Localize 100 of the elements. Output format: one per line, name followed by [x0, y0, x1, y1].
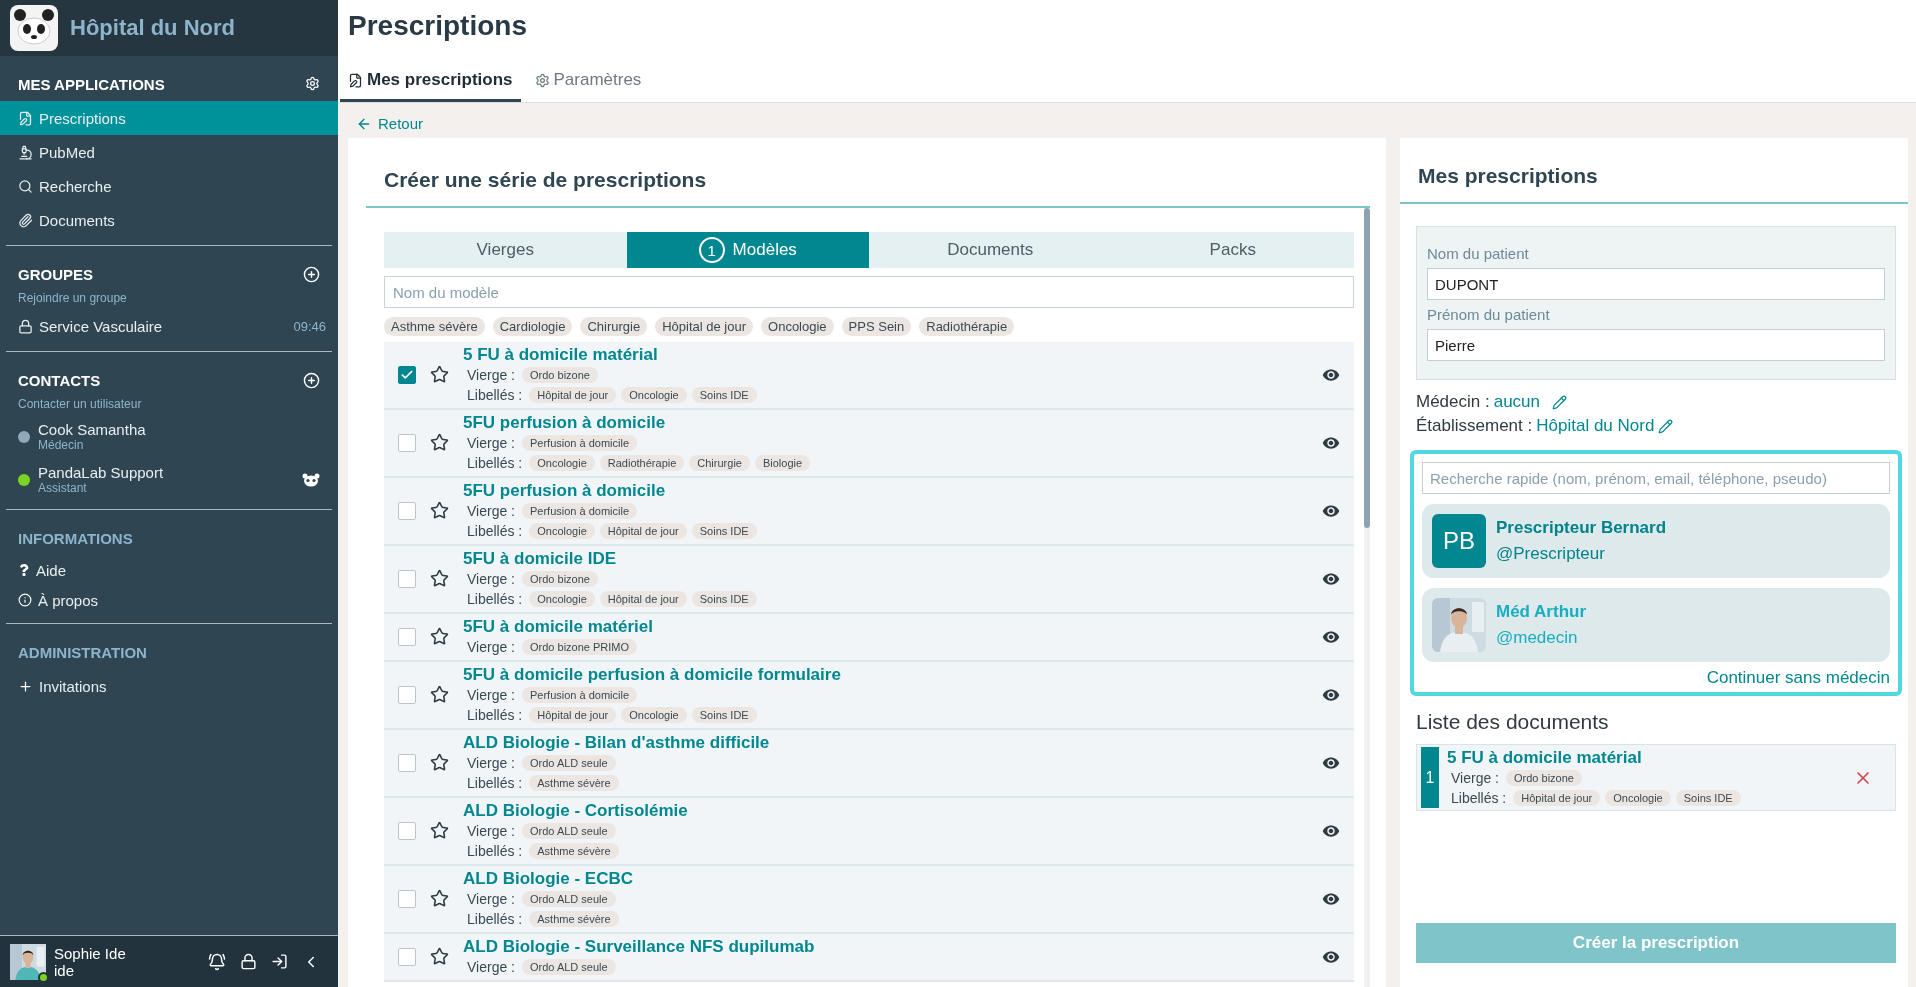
tag: Asthme sévère: [529, 911, 619, 927]
filter-chip[interactable]: Asthme sévère: [384, 317, 485, 336]
filter-chip[interactable]: Cardiologie: [492, 317, 573, 336]
paperclip-icon: [18, 212, 33, 228]
contact-row[interactable]: PandaLab Support Assistant: [6, 458, 332, 501]
checkbox[interactable]: [398, 433, 416, 452]
model-search-field[interactable]: Nom du modèle: [384, 276, 1354, 308]
brand-name: Hôpital du Nord: [70, 15, 235, 41]
meta-label: Libellés :: [467, 775, 523, 791]
model-title[interactable]: 5FU à domicile perfusion à domicile formulaire: [463, 664, 1308, 685]
document-pen-icon: [348, 72, 363, 88]
model-title[interactable]: 5FU perfusion à domicile: [463, 480, 1308, 501]
edit-icon[interactable]: [1552, 394, 1568, 410]
quick-search-field[interactable]: Recherche rapide (nom, prénom, email, téléphone, pseudo): [1422, 462, 1890, 494]
segment-tab[interactable]: Packs: [1111, 232, 1354, 268]
page-tab[interactable]: Mes prescriptions: [340, 62, 521, 102]
star-icon[interactable]: [430, 753, 449, 772]
nav-item[interactable]: Documents: [0, 203, 338, 237]
star-icon[interactable]: [430, 685, 449, 704]
lock-icon[interactable]: [240, 953, 257, 970]
checkbox[interactable]: [398, 889, 416, 908]
user-login: ide: [54, 961, 75, 979]
tag: Hôpital de jour: [1513, 790, 1601, 806]
group-item[interactable]: Service Vasculaire 09:46: [0, 309, 338, 343]
checkbox[interactable]: [398, 821, 416, 840]
plus-icon: [18, 678, 33, 694]
document-title[interactable]: 5 FU à domicile matérial: [1447, 747, 1841, 768]
model-title[interactable]: ALD Biologie - ECBC: [463, 868, 1308, 889]
meta-label: Vierge :: [467, 367, 515, 383]
edit-icon[interactable]: [1658, 418, 1674, 434]
checkbox[interactable]: [398, 365, 416, 384]
card-title: Créer une série de prescriptions: [366, 138, 1370, 208]
section-title: GROUPES: [18, 266, 93, 283]
question-icon: [18, 564, 30, 576]
nav-item[interactable]: Recherche: [0, 169, 338, 203]
patient-field[interactable]: Pierre: [1427, 329, 1885, 361]
model-title[interactable]: 5FU à domicile matériel: [463, 616, 1308, 637]
segment-tab[interactable]: Vierges: [384, 232, 627, 268]
checkbox[interactable]: [398, 569, 416, 588]
tag: Soins IDE: [691, 707, 757, 723]
star-icon[interactable]: [430, 821, 449, 840]
star-icon[interactable]: [430, 569, 449, 588]
page-tab[interactable]: Paramètres: [526, 62, 650, 102]
patient-field[interactable]: DUPONT: [1427, 268, 1885, 300]
segment-tab[interactable]: Documents: [869, 232, 1112, 268]
checkbox[interactable]: [398, 753, 416, 772]
model-title[interactable]: 5FU perfusion à domicile: [463, 412, 1308, 433]
star-icon[interactable]: [430, 947, 449, 966]
nav-item[interactable]: Aide: [0, 555, 338, 585]
count-badge: 1: [698, 237, 725, 263]
add-icon[interactable]: [303, 266, 320, 283]
scrollbar[interactable]: [1364, 208, 1370, 987]
checkbox[interactable]: [398, 501, 416, 520]
model-title[interactable]: 5 FU à domicile matérial: [463, 344, 1308, 365]
doctor-result[interactable]: PB Prescripteur Bernard @Prescripteur: [1422, 504, 1890, 578]
tag: Biologie: [754, 455, 811, 471]
document-pen-icon: [18, 110, 33, 126]
contact-name[interactable]: Cook Samantha: [38, 421, 320, 438]
checkbox[interactable]: [398, 685, 416, 704]
doctor-name: Méd Arthur: [1496, 602, 1587, 622]
nav-item[interactable]: Invitations: [0, 669, 338, 703]
settings-icon[interactable]: [305, 76, 320, 91]
filter-chip[interactable]: PPS Sein: [841, 317, 912, 336]
star-icon[interactable]: [430, 365, 449, 384]
model-title[interactable]: 5FU à domicile IDE: [463, 548, 1308, 569]
checkbox[interactable]: [398, 947, 416, 966]
doctor-link[interactable]: aucun: [1493, 392, 1541, 412]
checkbox[interactable]: [398, 627, 416, 646]
bell-icon[interactable]: [208, 952, 226, 971]
nav-item[interactable]: PubMed: [0, 135, 338, 169]
add-icon[interactable]: [303, 372, 320, 389]
nav-item[interactable]: À propos: [0, 585, 338, 615]
star-icon[interactable]: [430, 433, 449, 452]
star-icon[interactable]: [430, 889, 449, 908]
contact-row[interactable]: Cook Samantha Médecin: [6, 415, 332, 458]
filter-chip[interactable]: Oncologie: [761, 317, 834, 336]
establishment-link[interactable]: Hôpital du Nord: [1536, 416, 1655, 436]
logout-icon[interactable]: [271, 953, 288, 970]
meta-label: Vierge :: [467, 959, 515, 975]
initials-avatar: PB: [1432, 514, 1486, 568]
filter-chip[interactable]: Chirurgie: [580, 317, 648, 336]
contact-name[interactable]: PandaLab Support: [38, 464, 294, 481]
star-icon[interactable]: [430, 627, 449, 646]
continue-link[interactable]: Continuer sans médecin: [1706, 662, 1890, 688]
info-label: Établissement :: [1416, 416, 1533, 436]
card-title: Mes prescriptions: [1400, 138, 1908, 204]
tag: Hôpital de jour: [529, 387, 617, 403]
nav-item[interactable]: Prescriptions: [0, 101, 338, 135]
section-title: CONTACTS: [18, 372, 101, 389]
segment-tab[interactable]: 1 Modèles: [626, 232, 869, 268]
filter-chip[interactable]: Radiothérapie: [919, 317, 1015, 336]
model-title[interactable]: ALD Biologie - Surveillance NFS dupilumab: [463, 936, 1308, 957]
back-link[interactable]: Retour: [338, 103, 424, 138]
filter-chip[interactable]: Hôpital de jour: [655, 317, 754, 336]
meta-label: Vierge :: [467, 571, 515, 587]
tag: Perfusion à domicile: [522, 435, 638, 451]
doctor-name: Prescripteur Bernard: [1496, 518, 1667, 538]
model-title[interactable]: ALD Biologie - Cortisolémie: [463, 800, 1308, 821]
model-title[interactable]: ALD Biologie - Bilan d'asthme difficile: [463, 732, 1308, 753]
star-icon[interactable]: [430, 501, 449, 520]
